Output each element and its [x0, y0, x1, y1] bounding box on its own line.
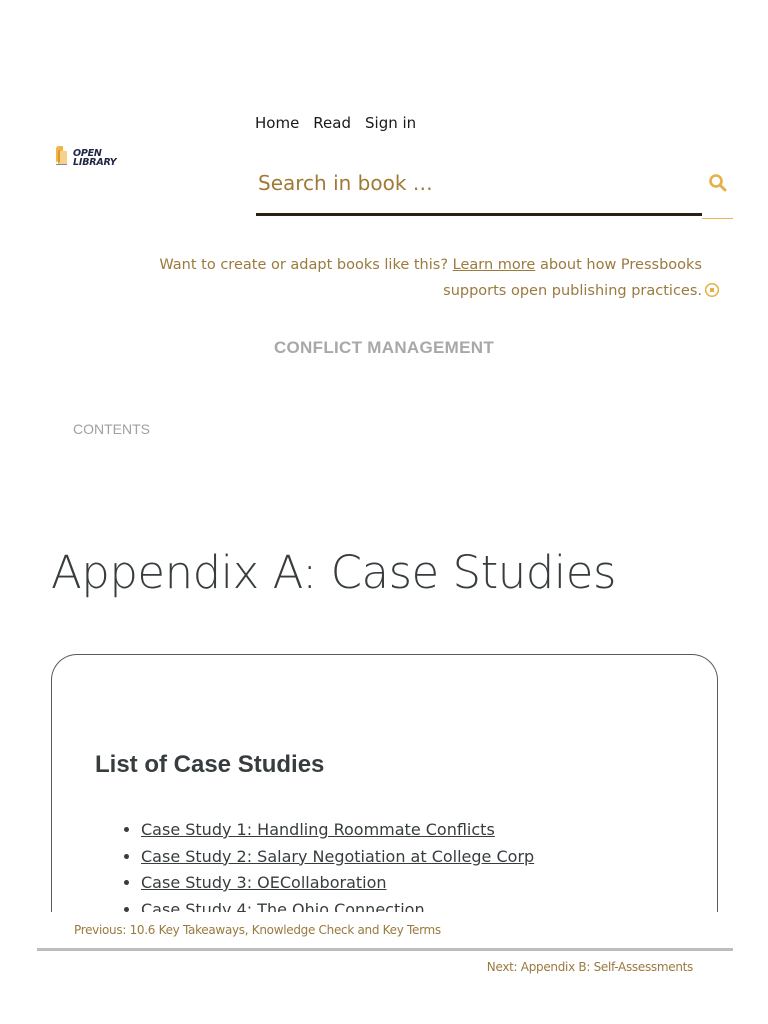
book-title[interactable]: CONFLICT MANAGEMENT: [0, 338, 768, 358]
nav-read-link[interactable]: Read: [313, 114, 351, 132]
search-button[interactable]: [702, 152, 733, 219]
footer-divider: [37, 948, 733, 951]
learn-more-link[interactable]: Learn more: [453, 257, 536, 273]
search-input[interactable]: [256, 152, 702, 216]
notice-prefix-text: Want to create or adapt books like this?: [159, 257, 449, 273]
list-item: Case Study 2: Salary Negotiation at Coll…: [141, 844, 534, 871]
open-library-logo[interactable]: OPEN LIBRARY: [54, 144, 117, 171]
case-studies-list: Case Study 1: Handling Roommate Conflict…: [122, 817, 534, 923]
case-study-2-link[interactable]: Case Study 2: Salary Negotiation at Coll…: [141, 847, 534, 866]
close-circle-icon[interactable]: [704, 282, 720, 303]
logo-text: OPEN LIBRARY: [73, 148, 117, 168]
list-item: Case Study 3: OECollaboration: [141, 870, 534, 897]
page-title: Appendix A: Case Studies: [51, 546, 616, 599]
book-search: [256, 152, 733, 219]
search-icon: [708, 173, 728, 198]
list-item: Case Study 1: Handling Roommate Conflict…: [141, 817, 534, 844]
case-study-3-link[interactable]: Case Study 3: OECollaboration: [141, 873, 387, 892]
case-study-1-link[interactable]: Case Study 1: Handling Roommate Conflict…: [141, 820, 495, 839]
textbox-title: List of Case Studies: [95, 751, 325, 778]
nav-sign-in-link[interactable]: Sign in: [365, 114, 416, 132]
book-icon: [54, 144, 70, 171]
top-nav: Home Read Sign in: [255, 114, 416, 132]
logo-line-2: LIBRARY: [73, 156, 117, 168]
chapter-navigation: Previous: 10.6 Key Takeaways, Knowledge …: [0, 912, 768, 1024]
nav-home-link[interactable]: Home: [255, 114, 299, 132]
next-chapter-link[interactable]: Next: Appendix B: Self-Assessments: [487, 960, 694, 974]
case-studies-textbox: List of Case Studies Case Study 1: Handl…: [51, 654, 718, 954]
previous-chapter-link[interactable]: Previous: 10.6 Key Takeaways, Knowledge …: [74, 923, 441, 937]
pressbooks-notice: Want to create or adapt books like this?…: [100, 252, 702, 304]
contents-toggle[interactable]: CONTENTS: [73, 421, 150, 437]
